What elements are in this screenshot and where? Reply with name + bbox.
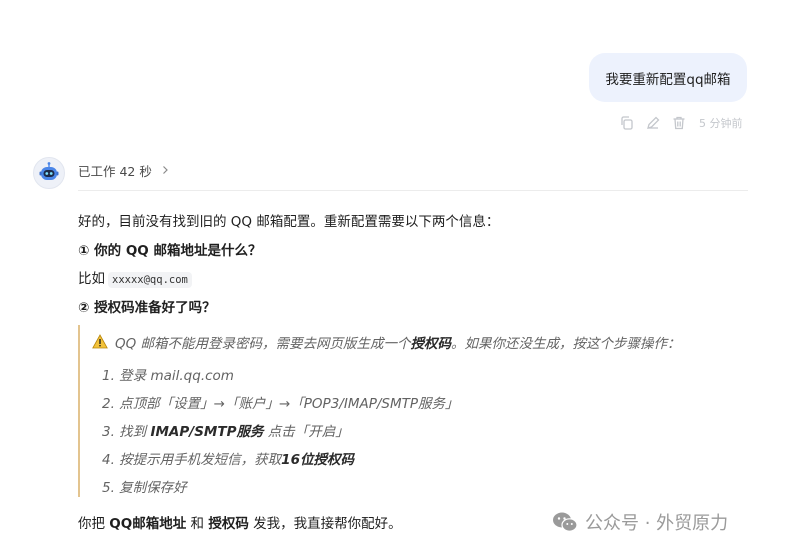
message-timestamp: 5 分钟前 [699,117,743,130]
step-3-pre: 3. 找到 [102,424,151,440]
pencil-icon[interactable] [645,115,661,131]
watermark: 公众号 · 外贸原力 [551,509,728,535]
note-bold: 授权码 [410,336,452,352]
closing-paragraph: 你把 QQ邮箱地址 和 授权码 发我，我直接帮你配好。 [78,512,402,532]
question-2-heading: ② 授权码准备好了吗？ [78,300,216,316]
step-4: 4. 按提示用手机发短信，获取16位授权码 [102,448,354,468]
step-3-post: 点击「开启」 [263,424,349,440]
closing-bold-code: 授权码 [208,516,249,532]
divider [78,190,748,191]
wechat-icon [553,512,578,532]
closing-text: 你把 [78,516,110,532]
work-status-toggle[interactable]: 已工作 42 秒 [78,161,170,179]
question-1-heading: ① 你的 QQ 邮箱地址是什么？ [78,243,262,259]
example-line: 比如 xxxxx@qq.com [78,267,192,288]
closing-text-end: 发我，我直接帮你配好。 [248,516,402,532]
step-4-bold: 16位授权码 [281,452,354,468]
warning-icon [92,334,108,349]
blockquote-note: QQ 邮箱不能用登录密码，需要去网页版生成一个授权码。如果你还没生成，按这个步骤… [115,332,681,352]
step-1: 1. 登录 mail.qq.com [102,368,234,384]
example-email-code: xxxxx@qq.com [108,272,192,288]
step-5: 5. 复制保存好 [102,480,187,496]
watermark-text: 公众号 · 外贸原力 [585,513,729,534]
assistant-avatar [33,157,65,189]
step-2: 2. 点顶部「设置」→「账户」→「POP3/IMAP/SMTP服务」 [102,396,459,412]
note-text-end: 。如果你还没生成，按这个步骤操作： [451,336,681,352]
example-prefix: 比如 [78,271,105,287]
work-status-label: 已工作 42 秒 [78,163,152,179]
step-4-pre: 4. 按提示用手机发短信，获取 [102,452,282,468]
user-message-text: 我要重新配置qq邮箱 [605,71,731,88]
robot-icon [39,162,59,180]
intro-paragraph: 好的，目前没有找到旧的 QQ 邮箱配置。重新配置需要以下两个信息： [78,214,500,230]
step-3: 3. 找到 IMAP/SMTP服务 点击「开启」 [102,420,349,440]
message-actions: 5 分钟前 [619,114,743,132]
user-message-bubble: 我要重新配置qq邮箱 [589,53,747,102]
blockquote-bar [78,325,80,497]
chevron-right-icon [162,166,168,174]
step-3-bold: IMAP/SMTP服务 [150,424,264,440]
closing-text-mid: 和 [186,516,209,532]
note-text: QQ 邮箱不能用登录密码，需要去网页版生成一个 [115,336,411,352]
trash-icon[interactable] [671,115,687,131]
copy-icon[interactable] [619,115,635,131]
closing-bold-email: QQ邮箱地址 [109,516,187,532]
